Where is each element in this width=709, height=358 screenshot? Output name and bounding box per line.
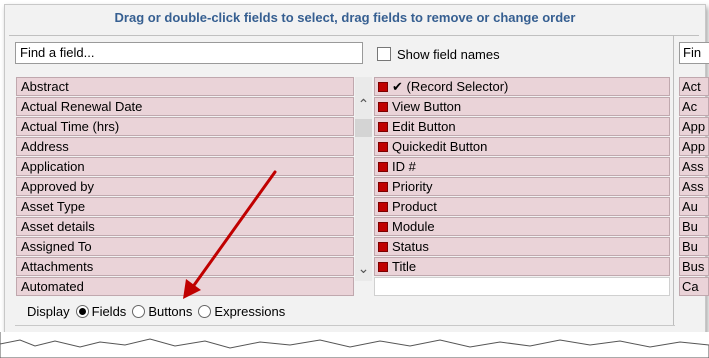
list-item[interactable]: Bu <box>679 217 709 236</box>
list-item[interactable]: App <box>679 137 709 156</box>
buttons-radio[interactable] <box>132 305 146 318</box>
selected-field-label: ID # <box>392 159 416 174</box>
show-field-names-toggle[interactable]: Show field names <box>377 44 500 64</box>
list-item[interactable]: Act <box>679 77 709 96</box>
list-item[interactable]: Status <box>374 237 670 256</box>
remove-marker-icon[interactable] <box>378 101 388 112</box>
list-item[interactable]: ✔ (Record Selector) <box>374 77 670 96</box>
list-item[interactable]: Priority <box>374 177 670 196</box>
remove-marker-icon[interactable] <box>378 141 388 152</box>
fields-radio[interactable] <box>75 305 89 318</box>
selected-field-label: View Button <box>392 99 462 114</box>
remove-marker-icon[interactable] <box>378 181 388 192</box>
selected-field-label: Edit Button <box>392 119 456 134</box>
expressions-radio[interactable] <box>198 305 212 318</box>
list-item[interactable]: View Button <box>374 97 670 116</box>
show-field-names-label: Show field names <box>397 46 500 62</box>
list-item[interactable]: Assigned To <box>16 237 354 256</box>
list-item[interactable]: Abstract <box>16 77 354 96</box>
list-item[interactable]: Actual Time (hrs) <box>16 117 354 136</box>
remove-marker-icon[interactable] <box>378 241 388 252</box>
divider <box>9 35 699 36</box>
selected-field-label: ✔ (Record Selector) <box>392 79 509 94</box>
selected-field-label: Product <box>392 199 437 214</box>
list-item[interactable]: ID # <box>374 157 670 176</box>
list-item[interactable]: Asset Type <box>16 197 354 216</box>
bottom-divider <box>15 325 675 326</box>
search-input[interactable]: Find a field... <box>15 42 363 64</box>
list-item[interactable]: Bus <box>679 257 709 276</box>
available-fields-scrollbar[interactable]: ⌃ ⌄ <box>355 77 372 281</box>
expressions-radio-label[interactable]: Expressions <box>214 304 285 319</box>
selected-field-label: Priority <box>392 179 433 194</box>
remove-marker-icon[interactable] <box>378 221 388 232</box>
display-label: Display <box>27 304 70 319</box>
scrollbar-thumb[interactable] <box>355 119 372 137</box>
list-item[interactable]: Product <box>374 197 670 216</box>
list-item[interactable]: Ac <box>679 97 709 116</box>
column-divider <box>673 35 674 325</box>
list-item[interactable]: Module <box>374 217 670 236</box>
remove-marker-icon[interactable] <box>378 81 388 92</box>
list-item[interactable]: App <box>679 117 709 136</box>
right-fields-list: Act Ac App App Ass Ass Au Bu Bu Bus Ca <box>679 77 709 297</box>
list-item[interactable]: Au <box>679 197 709 216</box>
list-item[interactable]: Attachments <box>16 257 354 276</box>
list-item[interactable]: Application <box>16 157 354 176</box>
empty-drop-slot[interactable] <box>374 277 670 296</box>
selected-field-label: Title <box>392 259 417 274</box>
list-item[interactable]: Actual Renewal Date <box>16 97 354 116</box>
scroll-up-icon[interactable]: ⌃ <box>355 97 372 111</box>
show-field-names-checkbox[interactable] <box>377 47 391 61</box>
buttons-radio-label[interactable]: Buttons <box>148 304 192 319</box>
selected-field-label: Module <box>392 219 435 234</box>
list-item[interactable]: Quickedit Button <box>374 137 670 156</box>
list-item[interactable]: Asset details <box>16 217 354 236</box>
list-item[interactable]: Address <box>16 137 354 156</box>
list-item[interactable]: Ass <box>679 157 709 176</box>
search-input-right[interactable]: Fin <box>679 42 709 64</box>
remove-marker-icon[interactable] <box>378 121 388 132</box>
list-item[interactable]: Automated <box>16 277 354 296</box>
list-item[interactable]: Approved by <box>16 177 354 196</box>
remove-marker-icon[interactable] <box>378 261 388 272</box>
selected-fields-list: ✔ (Record Selector) View Button Edit But… <box>374 77 670 297</box>
field-selector-panel: Drag or double-click fields to select, d… <box>4 4 709 346</box>
instructions-title: Drag or double-click fields to select, d… <box>114 10 576 25</box>
list-item[interactable]: Ca <box>679 277 709 296</box>
display-mode-selector: Display Fields Buttons Expressions <box>27 304 285 319</box>
remove-marker-icon[interactable] <box>378 161 388 172</box>
selected-field-label: Quickedit Button <box>392 139 488 154</box>
available-fields-list: Abstract Actual Renewal Date Actual Time… <box>16 77 354 297</box>
list-item[interactable]: Title <box>374 257 670 276</box>
selected-field-label: Status <box>392 239 429 254</box>
list-item[interactable]: Bu <box>679 237 709 256</box>
list-item[interactable]: Ass <box>679 177 709 196</box>
fields-radio-label[interactable]: Fields <box>92 304 127 319</box>
torn-edge <box>0 332 709 358</box>
remove-marker-icon[interactable] <box>378 201 388 212</box>
scroll-down-icon[interactable]: ⌄ <box>355 261 372 275</box>
list-item[interactable]: Edit Button <box>374 117 670 136</box>
